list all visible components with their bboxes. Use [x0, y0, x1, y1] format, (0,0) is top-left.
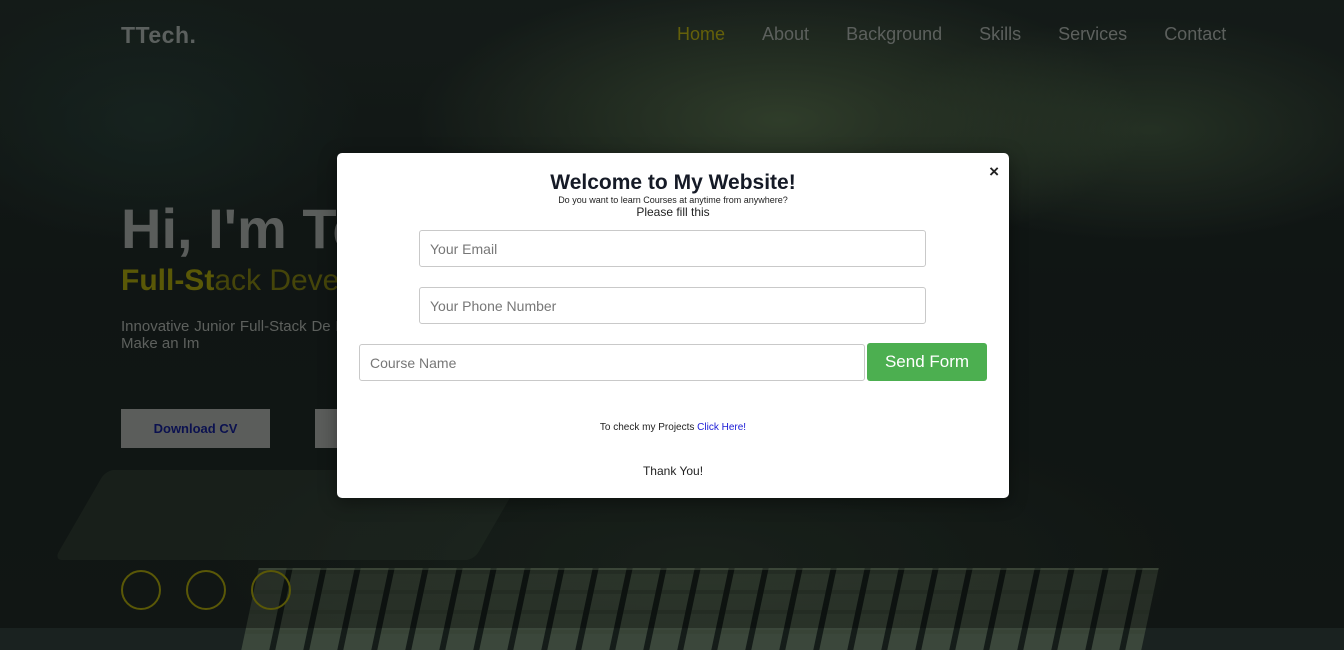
- modal-title: Welcome to My Website!: [550, 171, 796, 194]
- projects-text: To check my Projects: [599, 422, 695, 433]
- modal-fill-prompt: Please fill this: [636, 205, 710, 219]
- modal-question: Do you want to learn Courses at anytime …: [558, 195, 788, 205]
- projects-link[interactable]: Click Here!: [697, 422, 746, 433]
- thank-you-text: Thank You!: [642, 464, 704, 478]
- projects-line: To check my Projects Click Here!: [337, 422, 1009, 433]
- send-form-button[interactable]: Send Form: [867, 343, 987, 381]
- phone-field[interactable]: [419, 287, 926, 324]
- email-field[interactable]: [419, 230, 926, 267]
- course-name-field[interactable]: [359, 344, 865, 381]
- welcome-modal: × Welcome to My Website! Do you want to …: [337, 153, 1009, 498]
